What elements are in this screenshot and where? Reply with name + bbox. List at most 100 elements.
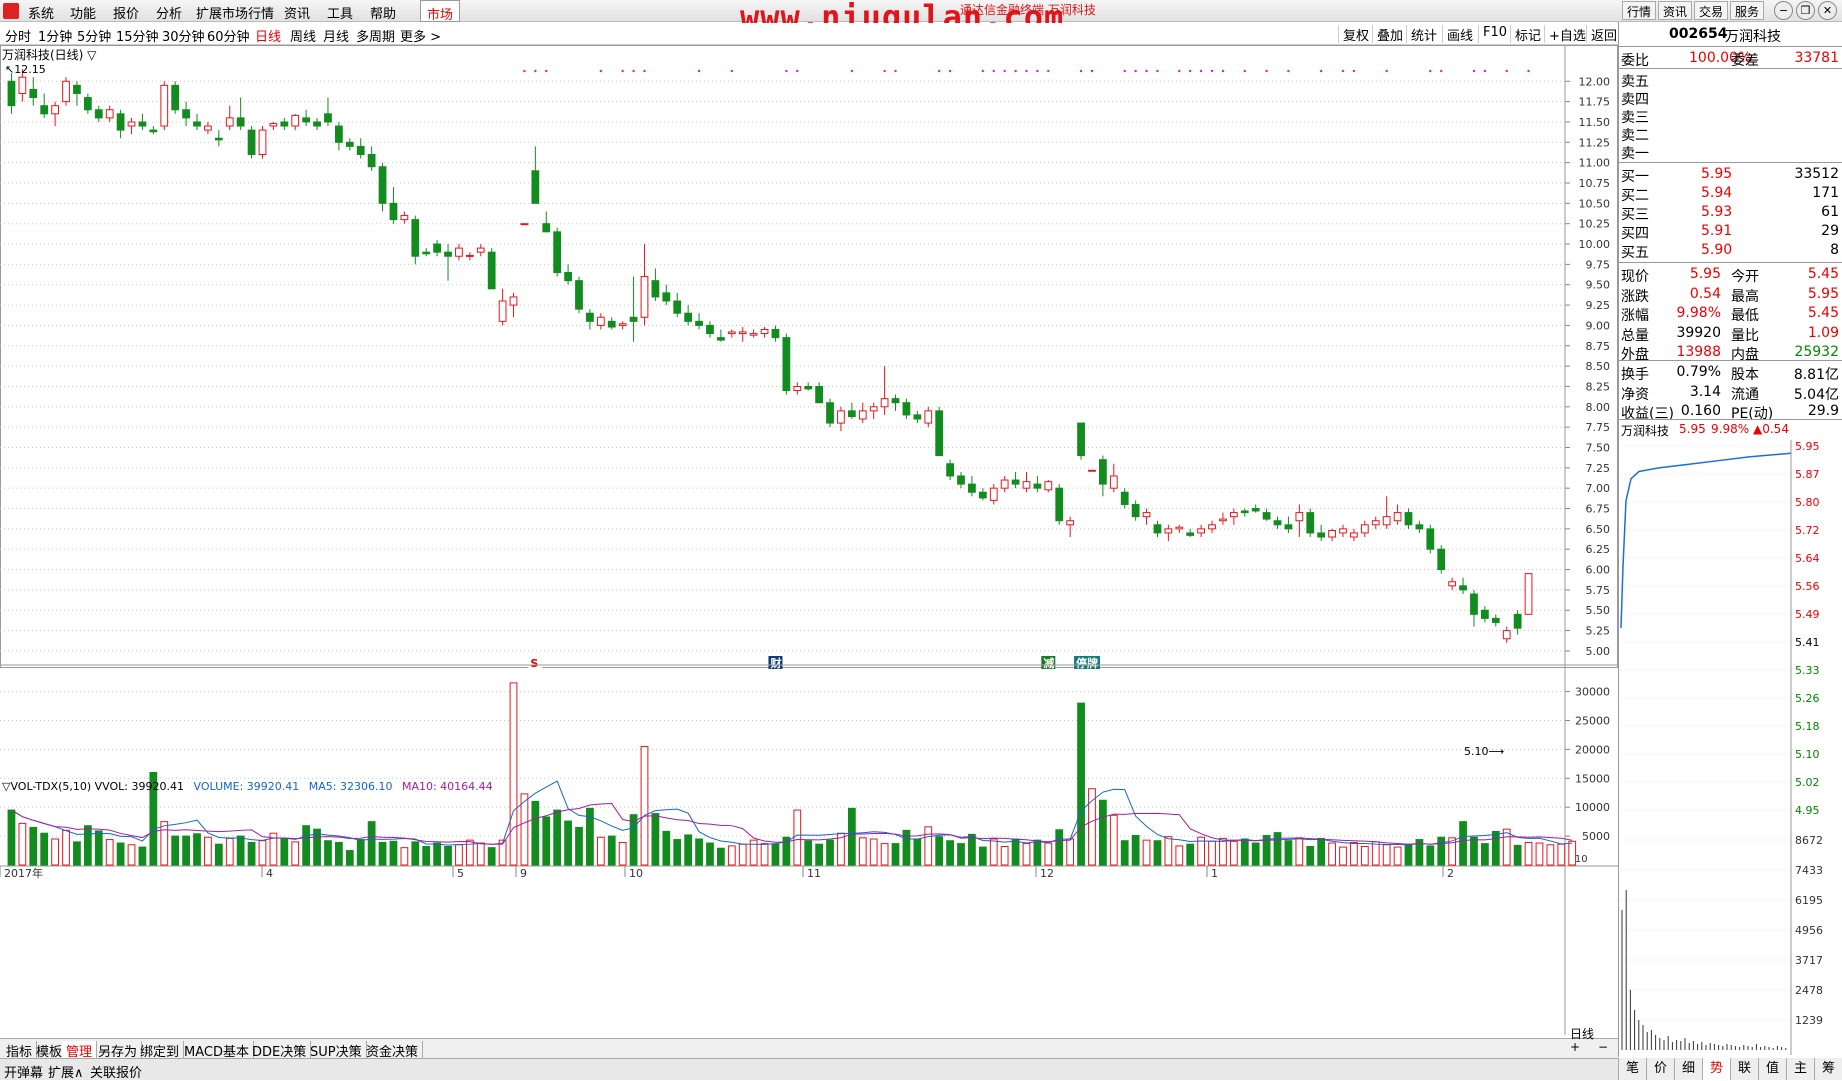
linked-quote[interactable]: 关联报价 (90, 1062, 142, 1081)
period-multi[interactable]: 多周期 (356, 26, 395, 45)
volume-bar (509, 682, 518, 866)
tool-back[interactable]: 返回 (1586, 25, 1621, 44)
candle (706, 321, 714, 338)
menu-help[interactable]: 帮助 (370, 3, 396, 22)
candle (1382, 496, 1391, 529)
period-5min[interactable]: 5分钟 (77, 26, 111, 45)
trade-button[interactable]: 交易 (1694, 1, 1729, 20)
market-button[interactable]: 市场 (420, 0, 461, 23)
period-monthly[interactable]: 月线 (323, 26, 349, 45)
right-panel-tab[interactable]: 筹 (1814, 1058, 1842, 1080)
candle-body (880, 398, 889, 408)
candle (673, 292, 682, 318)
vvol-value: VVOL: 39920.41 (94, 780, 184, 793)
right-panel-tab[interactable]: 值 (1758, 1058, 1786, 1080)
volume-bar (935, 836, 944, 866)
period-weekly[interactable]: 周线 (290, 26, 316, 45)
volume-bar (1022, 843, 1031, 866)
stat-value: 5.45 (1807, 305, 1839, 321)
signal-dot (796, 69, 799, 73)
tool-mark[interactable]: 标记 (1510, 25, 1545, 44)
volume-bar (1120, 840, 1129, 866)
candle-body (706, 324, 714, 335)
tool-adjust[interactable]: 复权 (1338, 25, 1373, 44)
signal-dot (1483, 69, 1487, 73)
candle (640, 244, 649, 326)
candle-body (258, 129, 267, 156)
price-tick-label: 6.75 (1586, 503, 1611, 516)
candle (815, 382, 823, 404)
candle (356, 138, 365, 159)
period-15min[interactable]: 15分钟 (116, 26, 159, 45)
candle-body (1186, 532, 1195, 536)
intraday-mini-chart[interactable]: 5.95 5.87 5.80 5.72 5.64 5.56 5.49 5.41 5.33 5.26… (1619, 440, 1842, 1055)
right-panel-tab[interactable]: 细 (1674, 1058, 1702, 1080)
tool-draw[interactable]: 画线 (1442, 25, 1477, 44)
price-tick-label: 9.00 (1586, 319, 1611, 332)
vol-indicator-name[interactable]: ▽VOL-TDX(5,10) (2, 780, 91, 793)
candle (94, 105, 103, 122)
volume-bar (1360, 846, 1369, 866)
zoom-in-button[interactable]: + (1570, 1040, 1580, 1054)
minimize-icon[interactable]: − (1774, 1, 1793, 20)
stat-label: 今开 (1731, 269, 1759, 285)
mini-price-tick: 5.87 (1795, 468, 1820, 481)
kline-svg[interactable]: 12.00 11.75 11.50 11.25 11.00 10.75 10.50 10.25… (0, 45, 1618, 1035)
candle (782, 333, 791, 395)
volume-bar (1240, 838, 1249, 866)
quote-button[interactable]: 行情 (1622, 1, 1657, 20)
right-panel-tab[interactable]: 主 (1786, 1058, 1814, 1080)
right-panel-tab[interactable]: 笔 (1618, 1058, 1646, 1080)
candle-body (1470, 593, 1478, 615)
menu-ext-market[interactable]: 扩展市场行情 (196, 3, 274, 22)
service-button[interactable]: 服务 (1730, 1, 1765, 20)
x-tick-label: 9 (520, 867, 527, 880)
period-30min[interactable]: 30分钟 (162, 26, 205, 45)
chart-area[interactable]: 12.00 11.75 11.50 11.25 11.00 10.75 10.50 10.25… (0, 45, 1618, 1035)
tool-f10[interactable]: F10 (1478, 25, 1511, 43)
right-panel-tab[interactable]: 势 (1702, 1058, 1730, 1080)
app-logo-icon (3, 3, 19, 19)
right-panel-tab[interactable]: 联 (1730, 1058, 1758, 1080)
candle-body (553, 231, 562, 274)
candle (826, 398, 834, 428)
period-daily[interactable]: 日线 (255, 26, 281, 45)
close-icon[interactable]: ✕ (1818, 1, 1837, 20)
period-more[interactable]: 更多 > (400, 26, 441, 45)
volume-bar (1153, 840, 1162, 866)
zoom-out-button[interactable]: − (1598, 1040, 1608, 1054)
candle (236, 97, 245, 131)
candle-body (1088, 469, 1096, 472)
buy1-price: 5.95 (1701, 166, 1733, 182)
volume-bar (1284, 840, 1293, 866)
menu-system[interactable]: 系统 (28, 3, 54, 22)
extend-toggle[interactable]: 扩展∧ (48, 1062, 84, 1081)
candle (793, 382, 802, 395)
buy5-price: 5.90 (1701, 242, 1733, 258)
tool-stats[interactable]: 统计 (1406, 25, 1441, 44)
signal-dot (1047, 69, 1050, 73)
right-panel-tab[interactable]: 价 (1646, 1058, 1674, 1080)
tool-watchlist[interactable]: +自选 (1544, 25, 1590, 44)
menu-quote[interactable]: 报价 (113, 3, 139, 22)
candle-body (749, 333, 758, 336)
period-1min[interactable]: 1分钟 (38, 26, 72, 45)
period-intraday[interactable]: 分时 (5, 26, 31, 45)
candle-body (902, 402, 911, 416)
candle-body (662, 292, 671, 302)
news-button[interactable]: 资讯 (1658, 1, 1693, 20)
signal-dot (1014, 69, 1017, 73)
menu-tools[interactable]: 工具 (327, 3, 353, 22)
signal-dot (1003, 69, 1006, 73)
menu-analysis[interactable]: 分析 (156, 3, 182, 22)
period-60min[interactable]: 60分钟 (207, 26, 250, 45)
menu-news[interactable]: 资讯 (284, 3, 310, 22)
candle-body (989, 487, 998, 501)
tool-overlay[interactable]: 叠加 (1372, 25, 1407, 44)
menu-function[interactable]: 功能 (70, 3, 96, 22)
candle (1044, 480, 1053, 493)
danmaku-toggle[interactable]: 开弹幕 (4, 1062, 43, 1081)
restore-icon[interactable]: ❐ (1796, 1, 1815, 20)
volume-bar (596, 836, 605, 866)
price-tick-label: 6.00 (1586, 564, 1611, 577)
